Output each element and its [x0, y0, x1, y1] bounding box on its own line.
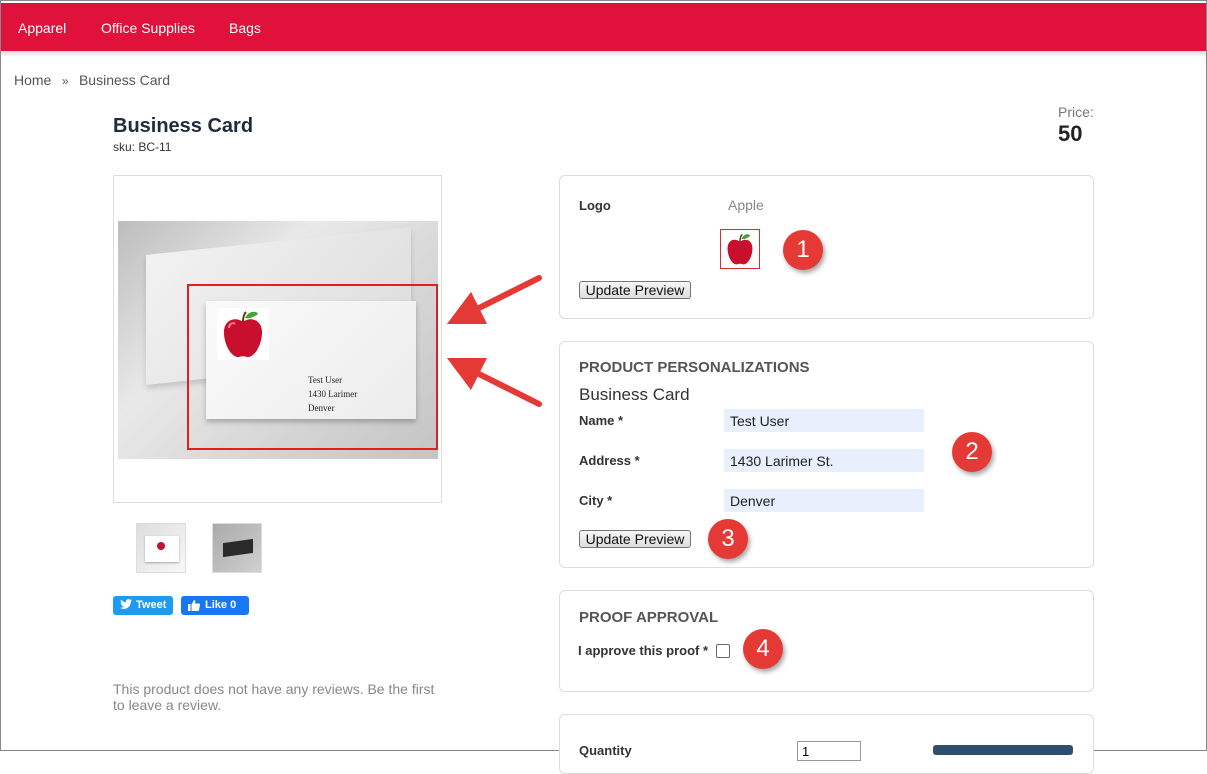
apple-logo-icon: [727, 233, 753, 265]
price-value: 50: [1058, 121, 1083, 146]
thumbnail-1[interactable]: [136, 523, 186, 573]
thumbnail-apple-icon: [157, 542, 165, 550]
personalization-subheading: Business Card: [579, 385, 690, 404]
update-preview-personalization-button[interactable]: Update Preview: [579, 530, 691, 548]
reviews-message: This product does not have any reviews. …: [113, 681, 435, 713]
proof-approval-panel: [559, 590, 1094, 692]
personalization-heading: PRODUCT PERSONALIZATIONS: [579, 359, 810, 376]
nav-item-apparel[interactable]: Apparel: [18, 20, 66, 36]
name-field[interactable]: [724, 409, 924, 432]
city-field[interactable]: [724, 489, 924, 512]
breadcrumb-home[interactable]: Home: [14, 72, 51, 88]
thumbs-up-icon: [188, 599, 201, 614]
nav-item-office-supplies[interactable]: Office Supplies: [101, 20, 195, 36]
breadcrumb: Home » Business Card: [14, 72, 170, 90]
name-label: Name *: [579, 413, 624, 428]
product-sku: sku: BC-11: [113, 140, 172, 154]
arrow-upper: [446, 275, 542, 325]
twitter-icon: [120, 599, 132, 613]
approve-proof-checkbox[interactable]: [716, 644, 730, 658]
callout-2: 2: [952, 432, 992, 472]
update-preview-logo-button[interactable]: Update Preview: [579, 281, 691, 299]
product-title: Business Card: [113, 115, 254, 137]
approve-proof-label: I approve this proof *: [578, 643, 709, 658]
breadcrumb-current: Business Card: [78, 72, 170, 88]
nav-item-bags[interactable]: Bags: [229, 20, 261, 36]
add-to-cart-button[interactable]: [933, 745, 1073, 755]
address-field[interactable]: [724, 449, 924, 472]
preview-highlight-box: [187, 284, 438, 450]
thumbnail-dark-cards: [223, 538, 253, 558]
top-nav: Apparel Office Supplies Bags: [1, 3, 1206, 51]
breadcrumb-separator: »: [61, 74, 69, 88]
quantity-stepper[interactable]: [797, 741, 861, 761]
proof-heading: PROOF APPROVAL: [579, 609, 719, 626]
address-label: Address *: [579, 453, 640, 468]
arrow-annotations: [446, 275, 542, 407]
price-label: Price:: [1058, 104, 1094, 120]
thumbnail-2[interactable]: [212, 523, 262, 573]
city-label: City *: [579, 493, 613, 508]
arrow-lower: [446, 357, 542, 407]
logo-selected-name: Apple: [728, 197, 764, 213]
logo-option-apple[interactable]: [720, 229, 760, 269]
callout-4: 4: [743, 629, 783, 669]
tweet-label: Tweet: [136, 599, 167, 611]
nav-shadow: [1, 51, 1206, 57]
logo-label: Logo: [579, 198, 611, 213]
like-label: Like 0: [205, 599, 237, 611]
like-button[interactable]: Like 0: [181, 596, 249, 615]
tweet-button[interactable]: Tweet: [113, 596, 173, 615]
callout-3: 3: [708, 519, 748, 559]
callout-1: 1: [783, 230, 823, 270]
